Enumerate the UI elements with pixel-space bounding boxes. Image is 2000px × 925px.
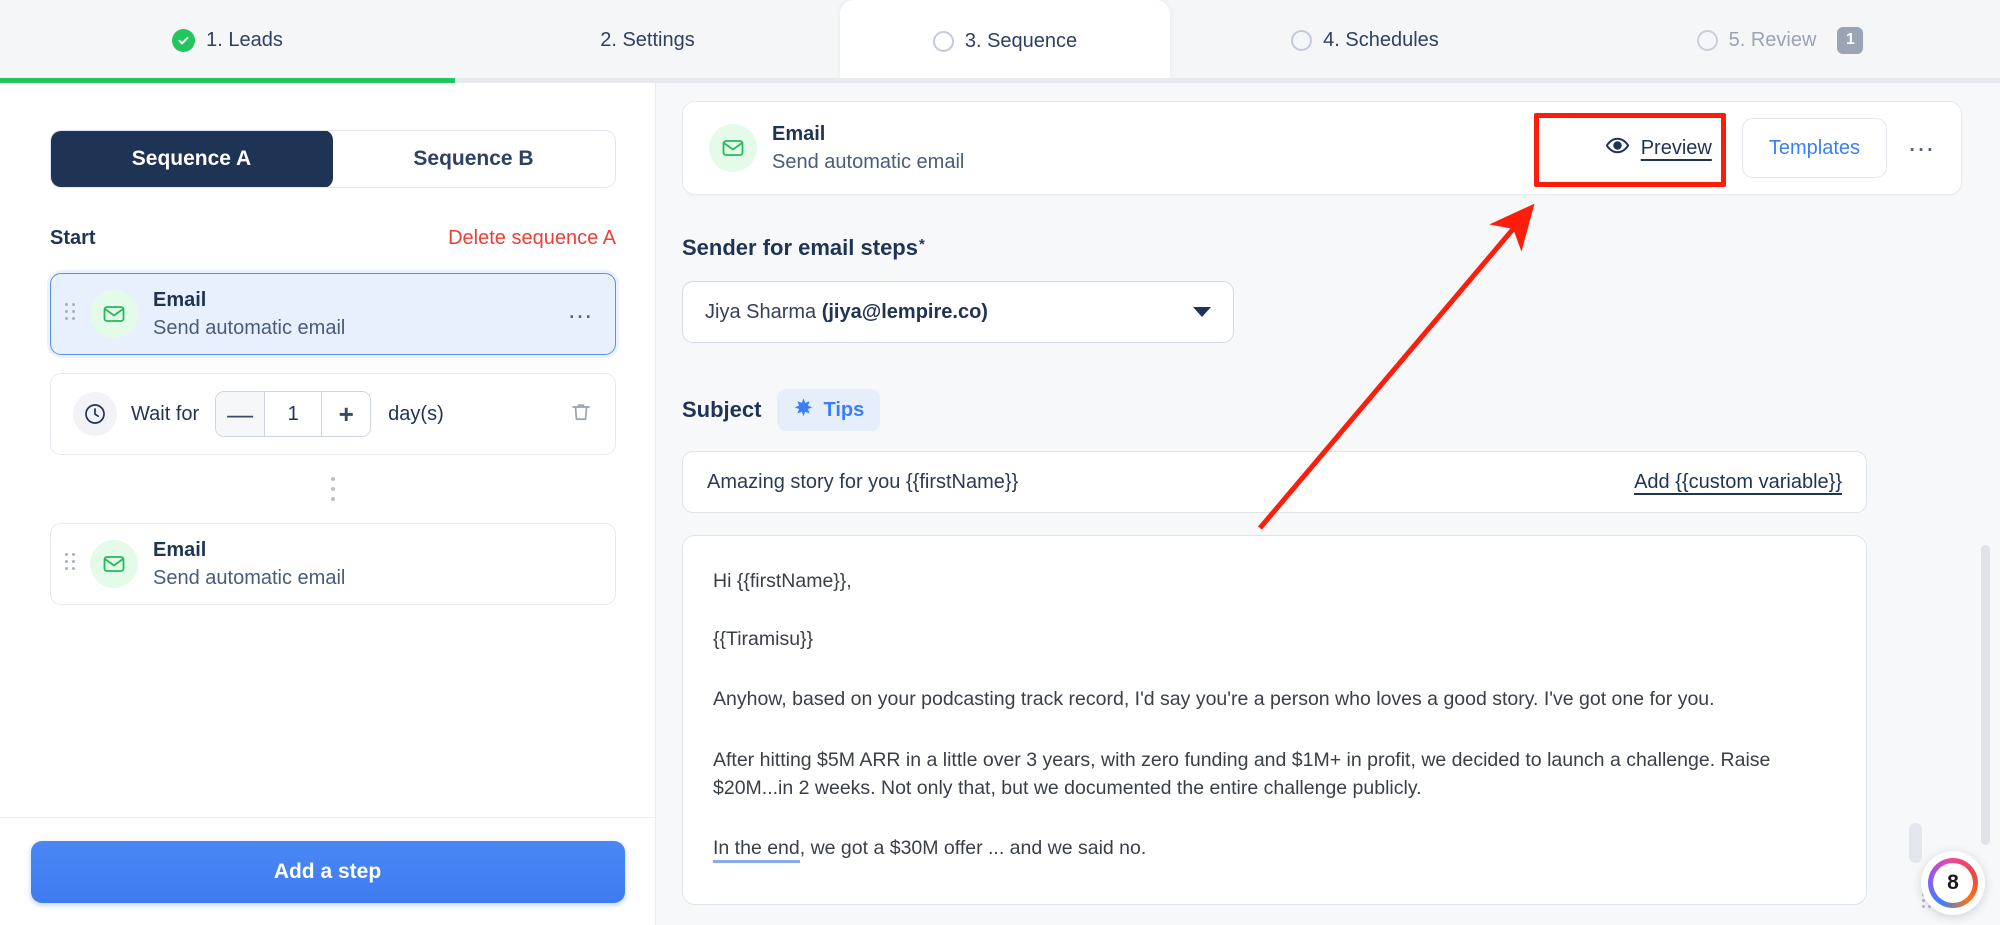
drag-handle-icon[interactable] [65,303,79,325]
step-text: Email Send automatic email [153,288,345,341]
envelope-icon [709,124,757,172]
tab-settings[interactable]: 2. Settings [455,0,840,80]
chevron-down-icon [1193,307,1211,317]
tab-label-sequence: 3. Sequence [964,29,1078,52]
grammar-highlight[interactable]: In the end [713,837,800,864]
sequence-tab-a[interactable]: Sequence A [51,131,333,187]
email-header-text: Email Send automatic email [772,122,964,175]
tab-schedules[interactable]: 4. Schedules [1170,0,1560,80]
wait-days-stepper: — 1 + [215,391,372,437]
sequence-start-row: Start Delete sequence A [50,227,616,250]
sequence-sidebar: Sequence A Sequence B Start Delete seque… [0,83,656,925]
body-paragraph-4: After hitting $5M ARR in a little over 3… [713,749,1771,799]
envelope-icon [90,540,138,588]
gradient-ring-icon: 8 [1928,858,1978,908]
circle-outline-icon [1696,29,1718,51]
tab-sequence[interactable]: 3. Sequence [840,0,1170,82]
email-header-subtitle: Send automatic email [772,150,965,173]
step-connector-dots [50,477,616,501]
wait-label: Wait for [131,402,200,425]
wait-decrement-button[interactable]: — [216,392,265,436]
step-text: Email Send automatic email [153,538,345,591]
email-header-actions: Preview Templates … [1587,118,1937,178]
tab-label-leads: 1. Leads [206,28,283,51]
circle-outline-icon [932,30,954,52]
sender-label-text: Sender for email steps [682,235,918,260]
start-label: Start [50,227,96,249]
check-circle-icon [172,28,196,52]
wait-step-card: Wait for — 1 + day(s) [50,373,616,455]
step-subtitle: Send automatic email [153,316,346,339]
circle-outline-icon [1291,29,1313,51]
wait-days-value[interactable]: 1 [264,392,323,436]
subject-input-value: Amazing story for you {{firstName}} [707,470,1019,493]
sender-email: (jiya@lempire.co) [821,300,988,323]
sender-select-value: Jiya Sharma (jiya@lempire.co) [705,301,988,324]
templates-button[interactable]: Templates [1741,118,1887,178]
tab-review-badge: 1 [1837,26,1864,54]
sender-name: Jiya Sharma [705,300,822,323]
email-body-editor[interactable]: Hi {{firstName}}, {{Tiramisu}} Anyhow, b… [682,535,1867,905]
sequence-tab-b[interactable]: Sequence B [332,131,615,187]
sequence-variant-toggle: Sequence A Sequence B [50,130,616,188]
body-paragraph-5: In the end, we got a $30M offer ... and … [713,835,1836,864]
envelope-icon [90,290,138,338]
body-paragraph-2: {{Tiramisu}} [713,627,814,650]
step-title: Email [153,538,207,561]
sparkle-icon [793,397,814,423]
step-subtitle: Send automatic email [153,566,346,589]
main-scrollbar[interactable] [1981,545,1990,845]
floating-notification-badge[interactable]: 8 [1921,851,1985,915]
sequence-step-email-2[interactable]: Email Send automatic email [50,523,616,605]
subject-field-header: Subject Tips [682,389,1962,431]
sidebar-footer: Add a step [0,817,655,925]
tips-label: Tips [823,398,865,421]
email-editor-panel: Email Send automatic email Preview Templ… [656,83,2000,925]
sequence-editor-page: 1. Leads 2. Settings 3. Sequence 4. Sche… [0,0,2000,925]
email-header-title: Email [772,122,826,145]
tab-review[interactable]: 5. Review 1 [1560,0,2000,80]
tab-label-schedules: 4. Schedules [1323,28,1439,51]
sender-field-label: Sender for email steps * [682,235,1962,261]
floating-panel-tab[interactable] [1909,823,1922,863]
wizard-step-tabs: 1. Leads 2. Settings 3. Sequence 4. Sche… [0,0,2000,82]
body-paragraph-5-rest: , we got a $30M offer ... and we said no… [799,837,1147,860]
add-step-button[interactable]: Add a step [30,840,625,903]
tab-label-review: 5. Review [1728,28,1817,51]
wait-unit-label: day(s) [388,402,444,425]
tips-button[interactable]: Tips [777,389,881,431]
body-paragraph-1: Hi {{firstName}}, [713,570,852,592]
step-more-icon[interactable]: … [567,296,595,324]
sender-select[interactable]: Jiya Sharma (jiya@lempire.co) [682,281,1234,343]
delete-wait-icon[interactable] [569,400,593,429]
email-form: Sender for email steps * Jiya Sharma (jiy… [656,195,2000,905]
preview-label: Preview [1640,136,1712,159]
email-header-more-icon[interactable]: … [1907,128,1937,159]
drag-handle-icon[interactable] [65,553,79,575]
delete-sequence-link[interactable]: Delete sequence A [448,227,616,250]
step-title: Email [153,288,207,311]
body-paragraph-3: Anyhow, based on your podcasting track r… [713,688,1715,711]
sequence-steps-scroll: Sequence A Sequence B Start Delete seque… [0,83,655,817]
subject-label: Subject [682,397,762,422]
add-custom-variable-link[interactable]: Add {{custom variable}} [1634,471,1842,494]
tab-label-settings: 2. Settings [600,28,695,51]
required-mark: * [918,236,925,253]
eye-icon [1605,133,1630,163]
wait-increment-button[interactable]: + [322,392,371,436]
sequence-step-email-1[interactable]: Email Send automatic email … [50,273,616,355]
floating-badge-count: 8 [1933,863,1973,903]
clock-icon [73,392,117,436]
subject-input[interactable]: Amazing story for you {{firstName}} Add … [682,451,1867,513]
preview-button[interactable]: Preview [1587,123,1730,173]
tab-leads[interactable]: 1. Leads [0,0,455,80]
email-step-header-card: Email Send automatic email Preview Templ… [682,101,1962,195]
